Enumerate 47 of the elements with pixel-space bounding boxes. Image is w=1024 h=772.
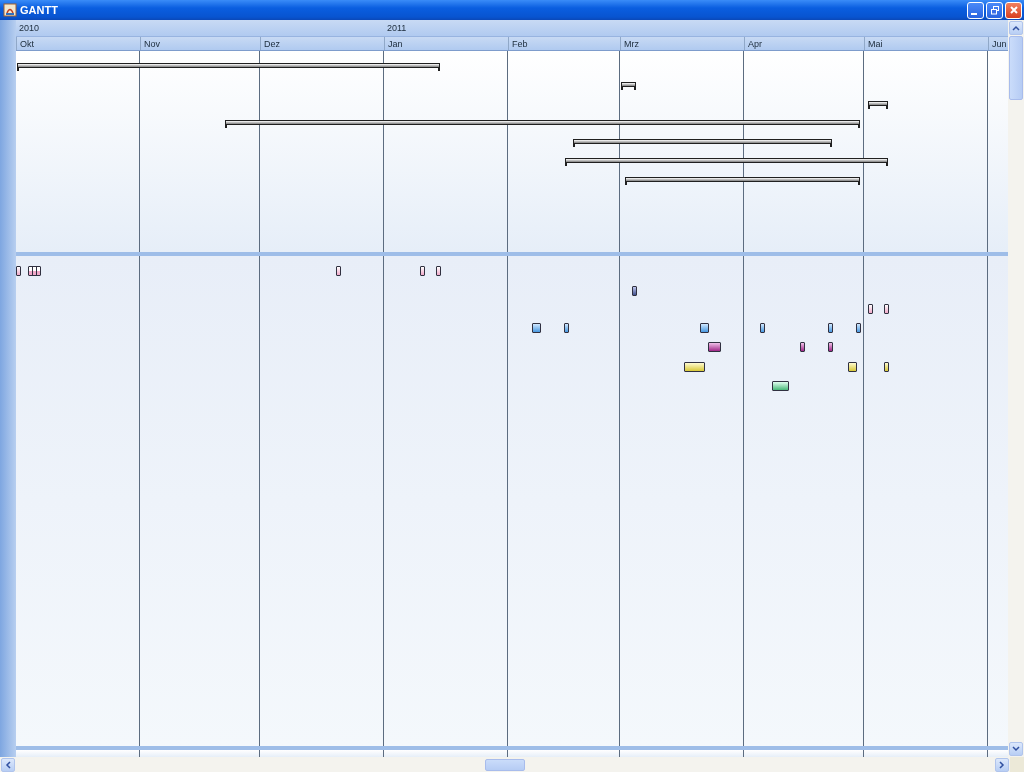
task-bar: [855, 323, 861, 333]
task-bar: [883, 304, 889, 314]
close-icon: [1008, 5, 1019, 15]
task-bar: [335, 266, 341, 276]
scroll-up-button[interactable]: [1009, 21, 1023, 35]
task-bar: [771, 381, 789, 391]
restore-icon: [989, 5, 1000, 15]
task-bar: [683, 362, 705, 372]
month-label: Nov: [139, 37, 260, 50]
month-label: Apr: [743, 37, 864, 50]
scroll-thumb[interactable]: [485, 758, 525, 771]
task-bar: [827, 342, 833, 352]
task-bar: [435, 266, 441, 276]
month-label: Okt: [15, 37, 140, 50]
year-label: 2010: [17, 22, 40, 35]
month-label: Mrz: [619, 37, 744, 50]
task-bar: [563, 323, 569, 333]
app-icon: [3, 3, 17, 17]
task-bar: [631, 286, 637, 296]
task-bar: [799, 342, 805, 352]
scroll-right-button[interactable]: [995, 757, 1009, 772]
year-label: 2011: [385, 22, 408, 35]
minimize-icon: [971, 12, 977, 15]
month-label: Feb: [507, 37, 620, 50]
summary-bar: [620, 82, 636, 87]
task-bar: [883, 362, 889, 372]
scroll-down-button[interactable]: [1009, 742, 1023, 756]
task-bar: [531, 323, 541, 333]
month-label: Jan: [383, 37, 508, 50]
task-bar: [419, 266, 425, 276]
minimize-button[interactable]: [967, 1, 984, 19]
month-label: Dez: [259, 37, 384, 50]
month-label: Mai: [863, 37, 988, 50]
summary-bar: [867, 101, 888, 106]
task-bar: [827, 323, 833, 333]
task-bar: [707, 342, 721, 352]
scroll-left-button[interactable]: [1, 757, 15, 772]
task-bar: [847, 362, 857, 372]
task-bar: [15, 266, 21, 276]
restore-button[interactable]: [986, 1, 1003, 19]
task-bar: [699, 323, 709, 333]
window-title: GANTT: [20, 4, 58, 16]
task-group: [27, 266, 41, 276]
task-bar: [867, 304, 873, 314]
close-button[interactable]: [1005, 1, 1022, 19]
scroll-thumb[interactable]: [1009, 36, 1023, 100]
task-bar: [759, 323, 765, 333]
